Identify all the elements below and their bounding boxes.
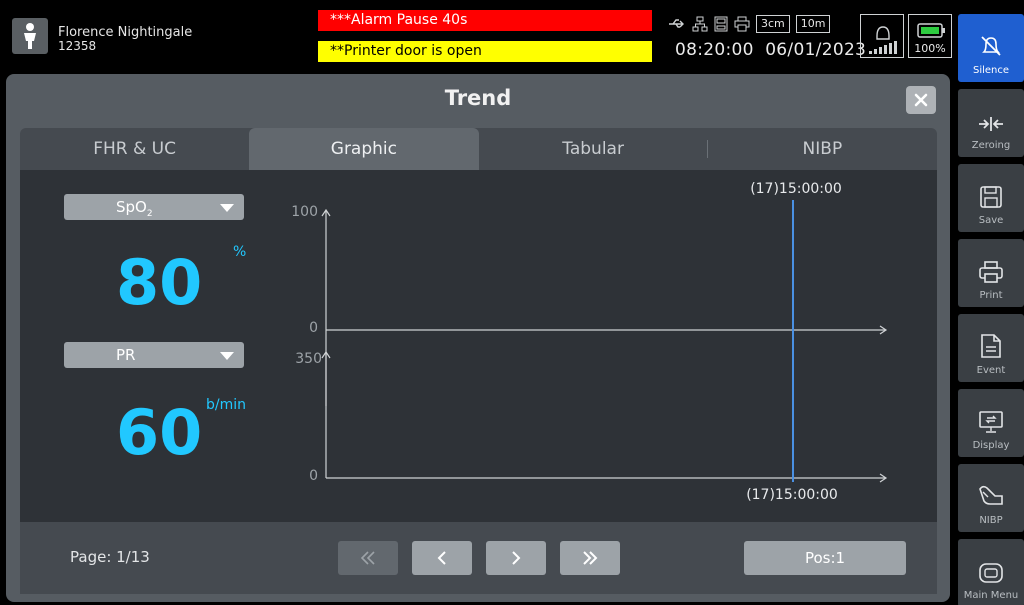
page-indicator: Page: 1/13 — [70, 548, 150, 566]
patient-icon[interactable] — [12, 18, 48, 54]
graph1-ytick-bottom: 0 — [309, 320, 318, 336]
top-status-bar: Florence Nightingale 12358 ***Alarm Paus… — [0, 0, 958, 72]
status-icons: 3cm 10m — [668, 14, 831, 34]
alarm-silence-icon — [981, 36, 1001, 56]
tab-nibp-label: NIBP — [802, 139, 843, 159]
date-time: 08:20:00 06/01/2023 — [675, 40, 866, 60]
paper-speed-badge[interactable]: 3cm — [756, 15, 790, 33]
graph2-ytick-top: 350 — [295, 351, 322, 367]
chevron-right-icon — [512, 551, 521, 565]
zeroing-icon — [979, 117, 1003, 131]
medium-priority-alarm[interactable]: **Printer door is open — [318, 41, 652, 62]
event-label: Event — [976, 365, 1006, 376]
printer-icon — [734, 16, 750, 32]
main-menu-icon — [979, 563, 1003, 583]
dialog-title: Trend — [444, 86, 512, 110]
print-label: Print — [979, 290, 1003, 301]
high-priority-alarm[interactable]: ***Alarm Pause 40s — [318, 10, 652, 31]
tab-tabular-label: Tabular — [562, 139, 624, 159]
graph1-ytick-top: 100 — [291, 204, 318, 220]
close-icon — [914, 93, 928, 107]
tab-graphic-label: Graphic — [330, 139, 397, 159]
patient-id[interactable]: 12358 — [58, 39, 96, 53]
pager-bar: Page: 1/13 Pos:1 — [20, 522, 937, 594]
battery-icon — [917, 23, 945, 38]
usb-icon — [669, 19, 684, 28]
previous-page-button[interactable] — [412, 541, 472, 575]
trend-tabs: FHR & UC Graphic Tabular NIBP — [20, 128, 937, 170]
save-label: Save — [978, 215, 1004, 226]
main-menu-label: Main Menu — [963, 590, 1019, 601]
print-button[interactable]: Print — [958, 239, 1024, 307]
graph1-x-axis — [326, 325, 888, 335]
nibp-button[interactable]: NIBP — [958, 464, 1024, 532]
silence-button[interactable]: Silence — [958, 14, 1024, 82]
save-button[interactable]: Save — [958, 164, 1024, 232]
graph2-ytick-bottom: 0 — [309, 468, 318, 484]
display-label: Display — [972, 440, 1010, 451]
graphic-trend-panel: SpO2 % 80 PR b/min 60 100 0 350 0 (17)15… — [20, 170, 937, 522]
graph2-x-axis — [326, 473, 888, 483]
trend-dialog: Trend FHR & UC Graphic Tabular NIBP SpO2… — [6, 74, 950, 602]
tab-fhr-uc[interactable]: FHR & UC — [20, 128, 249, 170]
tab-tabular[interactable]: Tabular — [479, 128, 708, 170]
alarm-volume-box[interactable] — [860, 14, 904, 58]
graph2-y-axis — [321, 350, 331, 478]
network-icon — [692, 16, 708, 32]
cursor-label-top: (17)15:00:00 — [750, 181, 842, 197]
event-button[interactable]: Event — [958, 314, 1024, 382]
battery-level: 100% — [914, 42, 946, 55]
zeroing-button[interactable]: Zeroing — [958, 89, 1024, 157]
event-icon — [981, 334, 1001, 358]
save-icon — [980, 186, 1002, 208]
display-button[interactable]: Display — [958, 389, 1024, 457]
position-button[interactable]: Pos:1 — [744, 541, 906, 575]
trend-interval-badge[interactable]: 10m — [795, 15, 831, 33]
tab-nibp[interactable]: NIBP — [708, 128, 937, 170]
display-icon — [979, 411, 1003, 433]
next-page-button[interactable] — [486, 541, 546, 575]
close-button[interactable] — [906, 86, 936, 114]
tab-graphic[interactable]: Graphic — [249, 128, 479, 170]
time: 08:20:00 — [675, 40, 754, 60]
main-menu-button[interactable]: Main Menu — [958, 539, 1024, 605]
chevron-left-icon — [437, 551, 446, 565]
patient-name[interactable]: Florence Nightingale — [58, 25, 192, 40]
bell-icon — [869, 26, 897, 54]
silence-label: Silence — [972, 65, 1010, 76]
date: 06/01/2023 — [765, 40, 867, 60]
battery-box: 100% — [908, 14, 952, 58]
double-chevron-left-icon — [360, 551, 375, 565]
double-chevron-right-icon — [583, 551, 598, 565]
first-page-button[interactable] — [338, 541, 398, 575]
quick-key-sidebar: Silence Zeroing Save Print Event Display… — [958, 0, 1024, 605]
nibp-cuff-icon — [979, 485, 1003, 505]
print-icon — [979, 261, 1003, 283]
nibp-label: NIBP — [979, 515, 1003, 526]
cursor-label-bottom: (17)15:00:00 — [746, 487, 838, 503]
trend-graph[interactable]: 100 0 350 0 (17)15:00:00 (17)15:00:00 — [20, 170, 937, 522]
last-page-button[interactable] — [560, 541, 620, 575]
tab-fhr-uc-label: FHR & UC — [93, 139, 176, 159]
zeroing-label: Zeroing — [971, 140, 1011, 151]
storage-icon — [714, 16, 728, 32]
